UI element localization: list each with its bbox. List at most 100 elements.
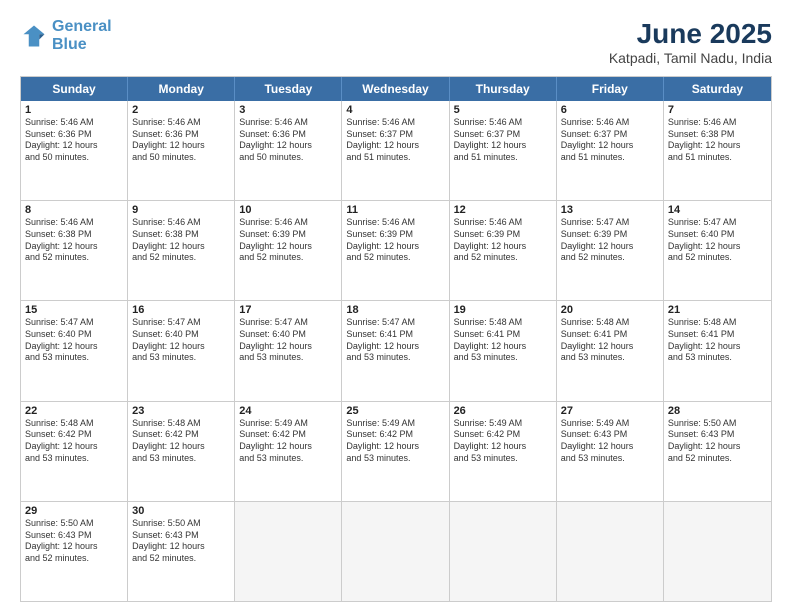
day-number: 28: [668, 405, 767, 417]
header-day-saturday: Saturday: [664, 77, 771, 101]
day-number: 5: [454, 104, 552, 116]
calendar-row-2: 15Sunrise: 5:47 AMSunset: 6:40 PMDayligh…: [21, 301, 771, 401]
calendar-cell: 15Sunrise: 5:47 AMSunset: 6:40 PMDayligh…: [21, 301, 128, 400]
logo-text: General Blue: [52, 18, 112, 53]
day-number: 27: [561, 405, 659, 417]
sunset-line: Sunset: 6:40 PM: [239, 329, 337, 341]
daylight-line1: Daylight: 12 hours: [668, 140, 767, 152]
sunset-line: Sunset: 6:38 PM: [668, 129, 767, 141]
daylight-line2: and 53 minutes.: [239, 352, 337, 364]
calendar-cell: 24Sunrise: 5:49 AMSunset: 6:42 PMDayligh…: [235, 402, 342, 501]
day-number: 9: [132, 204, 230, 216]
sunrise-line: Sunrise: 5:48 AM: [561, 317, 659, 329]
sunset-line: Sunset: 6:36 PM: [25, 129, 123, 141]
daylight-line1: Daylight: 12 hours: [561, 241, 659, 253]
daylight-line2: and 53 minutes.: [346, 453, 444, 465]
day-number: 3: [239, 104, 337, 116]
calendar-cell: 8Sunrise: 5:46 AMSunset: 6:38 PMDaylight…: [21, 201, 128, 300]
calendar-cell: 2Sunrise: 5:46 AMSunset: 6:36 PMDaylight…: [128, 101, 235, 200]
day-number: 30: [132, 505, 230, 517]
daylight-line2: and 52 minutes.: [561, 252, 659, 264]
daylight-line1: Daylight: 12 hours: [454, 140, 552, 152]
calendar-cell: 10Sunrise: 5:46 AMSunset: 6:39 PMDayligh…: [235, 201, 342, 300]
daylight-line2: and 52 minutes.: [25, 252, 123, 264]
calendar-cell: 16Sunrise: 5:47 AMSunset: 6:40 PMDayligh…: [128, 301, 235, 400]
calendar-cell: 23Sunrise: 5:48 AMSunset: 6:42 PMDayligh…: [128, 402, 235, 501]
sunrise-line: Sunrise: 5:49 AM: [346, 418, 444, 430]
sunset-line: Sunset: 6:39 PM: [346, 229, 444, 241]
daylight-line1: Daylight: 12 hours: [561, 341, 659, 353]
daylight-line2: and 53 minutes.: [25, 352, 123, 364]
daylight-line2: and 50 minutes.: [132, 152, 230, 164]
daylight-line1: Daylight: 12 hours: [454, 241, 552, 253]
sunset-line: Sunset: 6:43 PM: [668, 429, 767, 441]
sunrise-line: Sunrise: 5:46 AM: [454, 117, 552, 129]
sunset-line: Sunset: 6:36 PM: [132, 129, 230, 141]
sunset-line: Sunset: 6:39 PM: [239, 229, 337, 241]
calendar-cell: 12Sunrise: 5:46 AMSunset: 6:39 PMDayligh…: [450, 201, 557, 300]
calendar-cell: [342, 502, 449, 601]
calendar-cell: 21Sunrise: 5:48 AMSunset: 6:41 PMDayligh…: [664, 301, 771, 400]
main-title: June 2025: [609, 18, 772, 50]
calendar-row-3: 22Sunrise: 5:48 AMSunset: 6:42 PMDayligh…: [21, 402, 771, 502]
daylight-line2: and 52 minutes.: [132, 553, 230, 565]
daylight-line2: and 53 minutes.: [25, 453, 123, 465]
daylight-line1: Daylight: 12 hours: [132, 541, 230, 553]
sunset-line: Sunset: 6:42 PM: [25, 429, 123, 441]
sunrise-line: Sunrise: 5:46 AM: [239, 217, 337, 229]
calendar-cell: 28Sunrise: 5:50 AMSunset: 6:43 PMDayligh…: [664, 402, 771, 501]
daylight-line2: and 53 minutes.: [454, 352, 552, 364]
calendar-cell: 4Sunrise: 5:46 AMSunset: 6:37 PMDaylight…: [342, 101, 449, 200]
sunrise-line: Sunrise: 5:46 AM: [668, 117, 767, 129]
daylight-line1: Daylight: 12 hours: [454, 341, 552, 353]
page: General Blue June 2025 Katpadi, Tamil Na…: [0, 0, 792, 612]
sunset-line: Sunset: 6:38 PM: [25, 229, 123, 241]
header-day-friday: Friday: [557, 77, 664, 101]
day-number: 1: [25, 104, 123, 116]
sunrise-line: Sunrise: 5:47 AM: [25, 317, 123, 329]
calendar-cell: 19Sunrise: 5:48 AMSunset: 6:41 PMDayligh…: [450, 301, 557, 400]
calendar-cell: 1Sunrise: 5:46 AMSunset: 6:36 PMDaylight…: [21, 101, 128, 200]
calendar-cell: [450, 502, 557, 601]
day-number: 4: [346, 104, 444, 116]
sunrise-line: Sunrise: 5:46 AM: [132, 217, 230, 229]
calendar-cell: [557, 502, 664, 601]
daylight-line2: and 53 minutes.: [132, 352, 230, 364]
calendar-cell: 22Sunrise: 5:48 AMSunset: 6:42 PMDayligh…: [21, 402, 128, 501]
sunset-line: Sunset: 6:43 PM: [561, 429, 659, 441]
daylight-line2: and 53 minutes.: [668, 352, 767, 364]
day-number: 19: [454, 304, 552, 316]
header-day-wednesday: Wednesday: [342, 77, 449, 101]
daylight-line1: Daylight: 12 hours: [25, 541, 123, 553]
sunrise-line: Sunrise: 5:48 AM: [25, 418, 123, 430]
daylight-line1: Daylight: 12 hours: [132, 241, 230, 253]
daylight-line1: Daylight: 12 hours: [132, 341, 230, 353]
calendar-cell: 30Sunrise: 5:50 AMSunset: 6:43 PMDayligh…: [128, 502, 235, 601]
calendar-cell: 11Sunrise: 5:46 AMSunset: 6:39 PMDayligh…: [342, 201, 449, 300]
sunset-line: Sunset: 6:41 PM: [346, 329, 444, 341]
daylight-line1: Daylight: 12 hours: [239, 441, 337, 453]
subtitle: Katpadi, Tamil Nadu, India: [609, 50, 772, 66]
day-number: 18: [346, 304, 444, 316]
daylight-line1: Daylight: 12 hours: [668, 441, 767, 453]
sunrise-line: Sunrise: 5:46 AM: [25, 217, 123, 229]
daylight-line1: Daylight: 12 hours: [25, 140, 123, 152]
daylight-line1: Daylight: 12 hours: [454, 441, 552, 453]
day-number: 17: [239, 304, 337, 316]
sunrise-line: Sunrise: 5:49 AM: [561, 418, 659, 430]
calendar: SundayMondayTuesdayWednesdayThursdayFrid…: [20, 76, 772, 602]
daylight-line2: and 50 minutes.: [25, 152, 123, 164]
daylight-line1: Daylight: 12 hours: [239, 341, 337, 353]
daylight-line2: and 51 minutes.: [346, 152, 444, 164]
day-number: 16: [132, 304, 230, 316]
daylight-line2: and 53 minutes.: [346, 352, 444, 364]
sunset-line: Sunset: 6:40 PM: [132, 329, 230, 341]
daylight-line1: Daylight: 12 hours: [346, 140, 444, 152]
calendar-cell: 18Sunrise: 5:47 AMSunset: 6:41 PMDayligh…: [342, 301, 449, 400]
day-number: 15: [25, 304, 123, 316]
calendar-cell: 3Sunrise: 5:46 AMSunset: 6:36 PMDaylight…: [235, 101, 342, 200]
day-number: 7: [668, 104, 767, 116]
calendar-cell: 9Sunrise: 5:46 AMSunset: 6:38 PMDaylight…: [128, 201, 235, 300]
sunset-line: Sunset: 6:41 PM: [668, 329, 767, 341]
daylight-line2: and 53 minutes.: [454, 453, 552, 465]
